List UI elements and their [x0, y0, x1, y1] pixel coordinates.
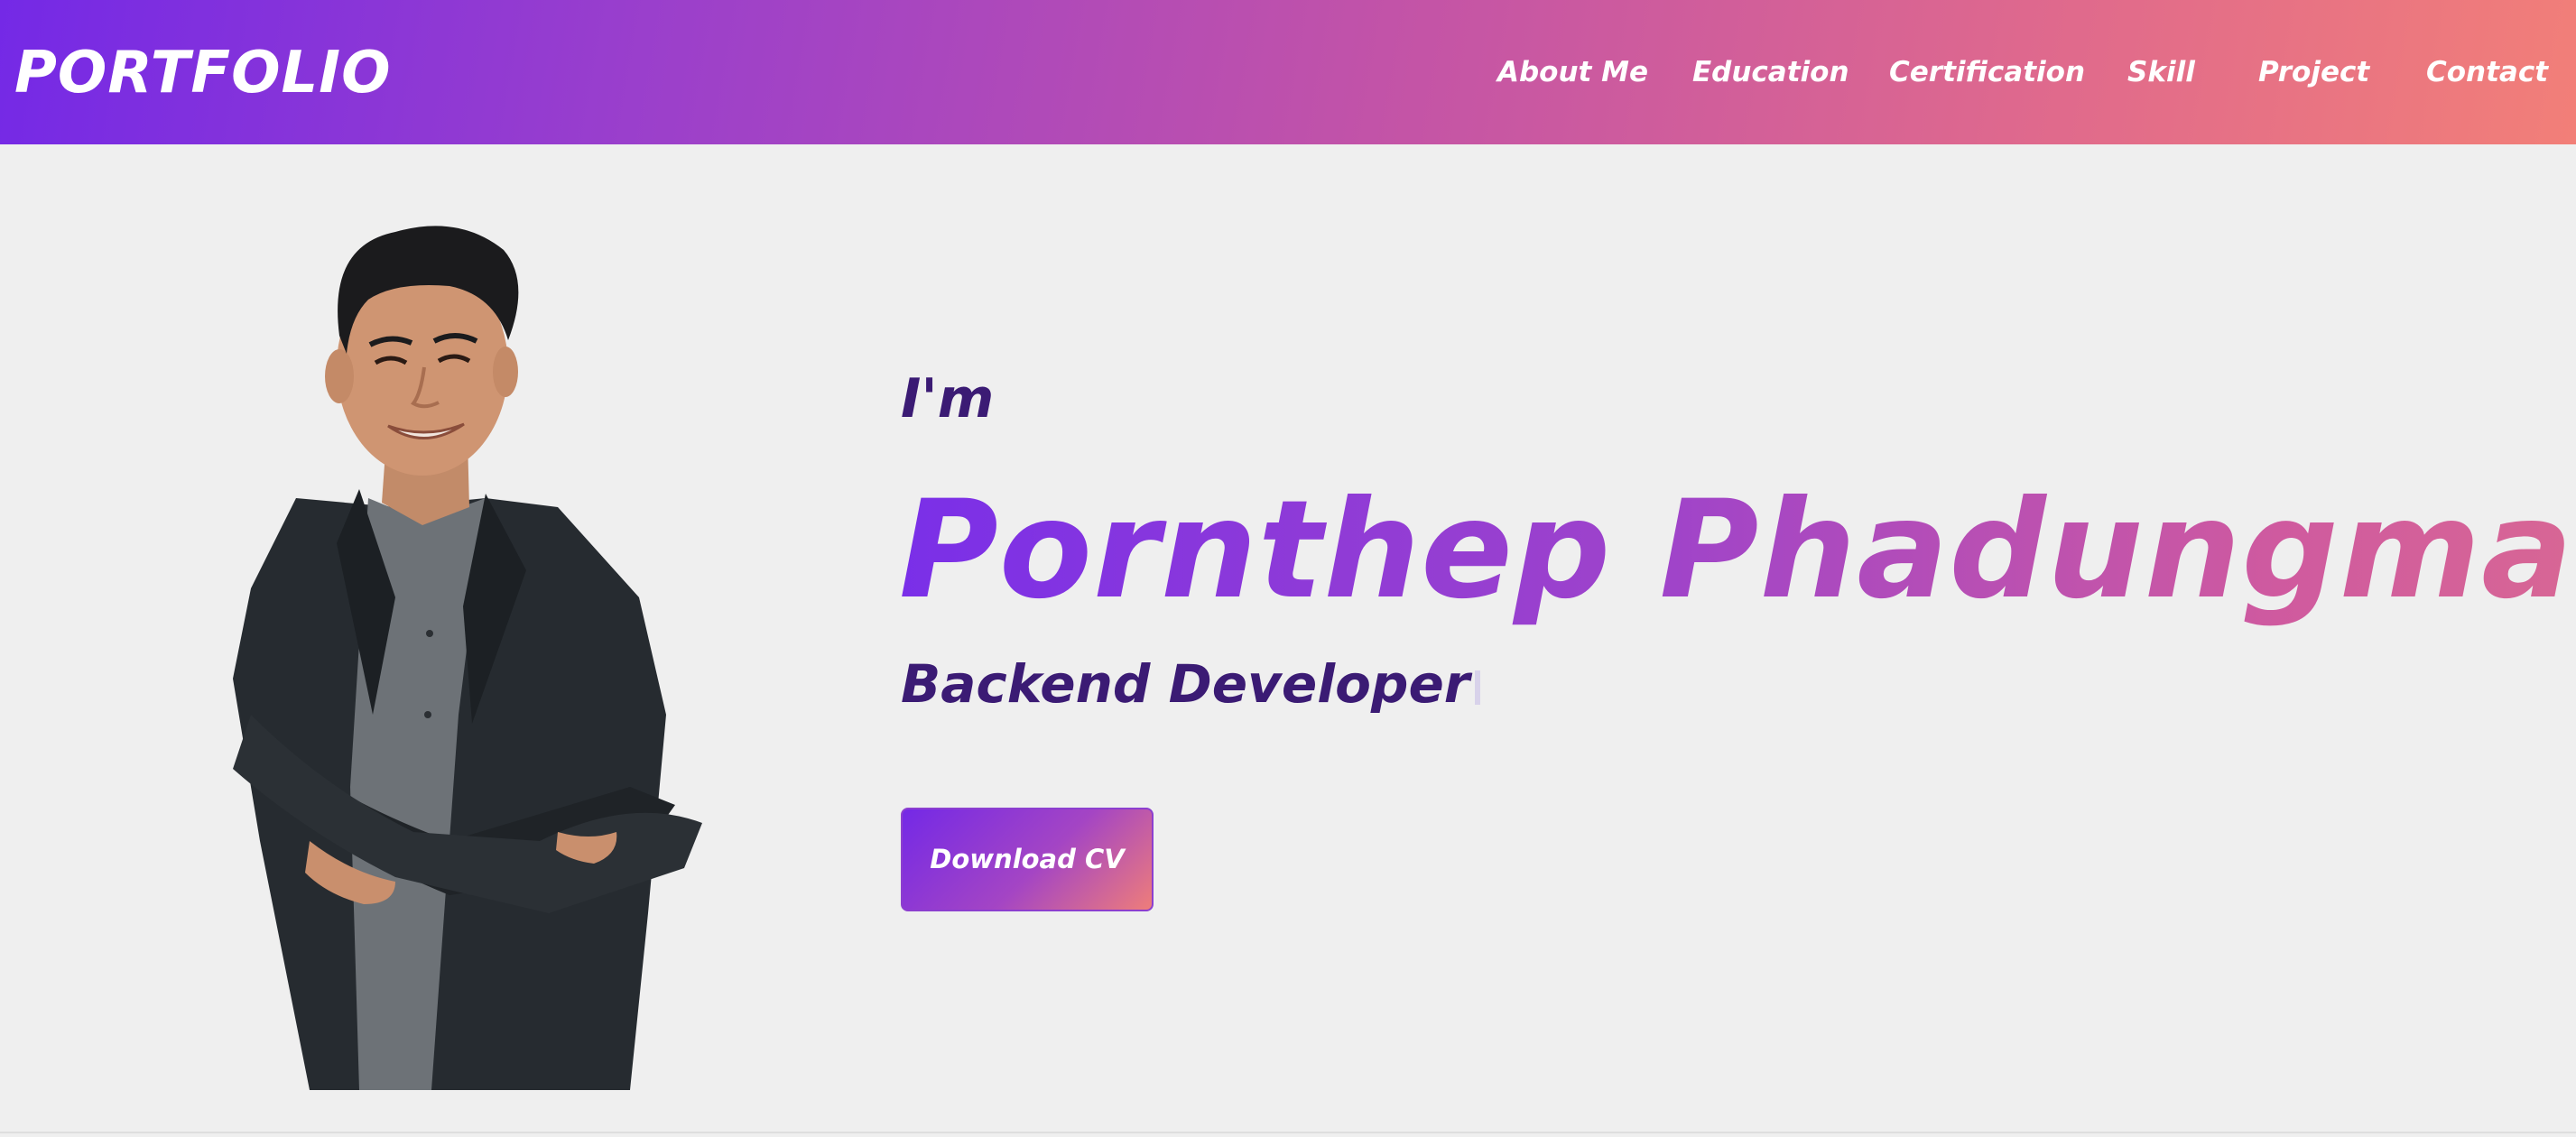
nav-link-education[interactable]: Education [1692, 47, 1849, 97]
intro-text: I'm [901, 367, 995, 430]
hero-role: Backend Developer [901, 646, 1481, 722]
profile-photo [233, 226, 702, 1090]
download-cv-button[interactable]: Download CV [901, 808, 1154, 911]
nav-link-project[interactable]: Project [2258, 47, 2369, 97]
nav-link-contact[interactable]: Contact [2426, 47, 2548, 97]
ear-right [493, 347, 518, 397]
shirt-button [424, 711, 431, 718]
hero-name: Pornthep Phadungmai [899, 469, 2576, 632]
navbar: PORTFOLIO About Me Education Certificati… [0, 0, 2576, 144]
role-text: Backend Developer [901, 653, 1470, 715]
shirt-button [426, 630, 433, 637]
nav-link-certification[interactable]: Certification [1889, 47, 2085, 97]
ear-left [325, 349, 354, 403]
section-divider [0, 1132, 2576, 1133]
brand-logo[interactable]: PORTFOLIO [14, 32, 392, 114]
nav-link-about-me[interactable]: About Me [1497, 47, 1648, 97]
typing-cursor [1475, 670, 1481, 705]
nav-link-skill[interactable]: Skill [2127, 47, 2195, 97]
